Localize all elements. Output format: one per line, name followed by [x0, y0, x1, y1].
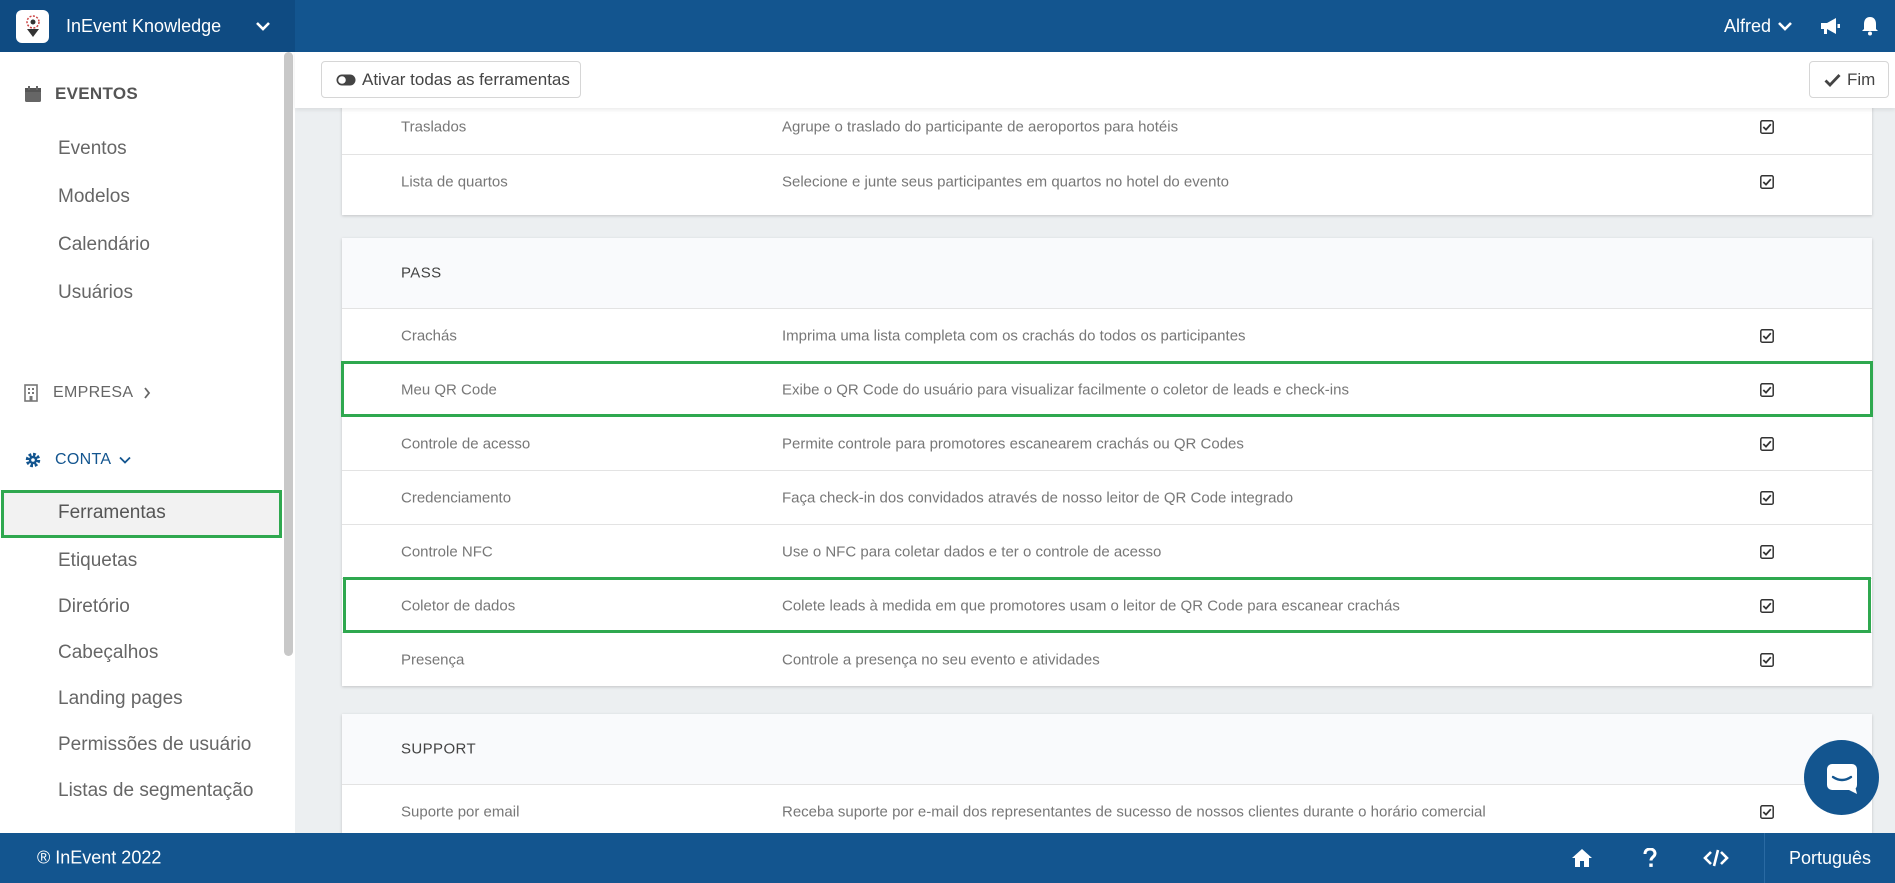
- table-row: Crachás Imprima uma lista completa com o…: [342, 308, 1872, 362]
- sidebar-section-eventos[interactable]: EVENTOS: [24, 84, 138, 104]
- activate-all-button[interactable]: Ativar todas as ferramentas: [321, 61, 581, 98]
- checkbox-checked-icon[interactable]: [1760, 804, 1774, 819]
- app-switcher[interactable]: InEvent Knowledge: [0, 0, 295, 52]
- sidebar-item-diretorio[interactable]: Diretório: [58, 596, 130, 618]
- table-row: Presença Controle a presença no seu even…: [342, 632, 1872, 686]
- megaphone-icon[interactable]: [1819, 16, 1841, 36]
- home-icon[interactable]: [1571, 848, 1593, 868]
- table-row: Coletor de dados Colete leads à medida e…: [342, 578, 1872, 632]
- tool-name: Suporte por email: [401, 803, 520, 820]
- checkbox-checked-icon[interactable]: [1760, 598, 1774, 613]
- tool-description: Imprima uma lista completa com os crachá…: [782, 327, 1246, 344]
- tool-name: Credenciamento: [401, 489, 512, 506]
- sidebar-item-ferramentas[interactable]: Ferramentas: [58, 502, 166, 524]
- help-icon[interactable]: [1643, 848, 1657, 868]
- table-row: Controle de acesso Permite controle para…: [342, 416, 1872, 470]
- tool-description: Receba suporte por e-mail dos representa…: [782, 803, 1486, 820]
- table-row: Lista de quartos Selecione e junte seus …: [342, 154, 1872, 208]
- code-icon[interactable]: [1703, 848, 1729, 868]
- section-header-support: SUPPORT: [342, 714, 1872, 784]
- checkbox-checked-icon[interactable]: [1760, 174, 1774, 189]
- tools-card-general: Traslados Agrupe o traslado do participa…: [342, 108, 1872, 215]
- tool-description: Agrupe o traslado do participante de aer…: [782, 118, 1179, 136]
- sidebar: [0, 52, 295, 833]
- sidebar-item-landing-pages[interactable]: Landing pages: [58, 688, 183, 710]
- tools-card-pass: PASS Crachás Imprima uma lista completa …: [341, 238, 1873, 686]
- section-header-pass: PASS: [342, 238, 1872, 308]
- tools-content: Traslados Agrupe o traslado do participa…: [295, 108, 1895, 833]
- tool-name: Meu QR Code: [401, 381, 497, 398]
- chat-launcher-button[interactable]: [1804, 740, 1879, 815]
- checkbox-checked-icon[interactable]: [1760, 652, 1774, 667]
- sidebar-item-listas-segmentacao[interactable]: Listas de segmentação: [58, 780, 253, 802]
- sidebar-item-usuarios[interactable]: Usuários: [58, 282, 133, 304]
- table-row: Meu QR Code Exibe o QR Code do usuário p…: [342, 362, 1872, 416]
- sidebar-scrollbar[interactable]: [284, 52, 293, 656]
- chevron-right-icon: [143, 387, 151, 399]
- checkbox-checked-icon[interactable]: [1760, 436, 1774, 451]
- sidebar-section-label: EVENTOS: [55, 84, 139, 103]
- sidebar-item-eventos[interactable]: Eventos: [58, 138, 127, 160]
- table-row: Suporte por email Receba suporte por e-m…: [342, 784, 1872, 833]
- tool-name: Lista de quartos: [401, 173, 508, 190]
- tool-description: Controle a presença no seu evento e ativ…: [782, 651, 1100, 668]
- chevron-down-icon[interactable]: [255, 20, 271, 32]
- sidebar-section-label: EMPRESA: [53, 384, 134, 401]
- bell-icon[interactable]: [1861, 16, 1879, 36]
- checkbox-checked-icon[interactable]: [1760, 328, 1774, 343]
- done-label: Fim: [1847, 69, 1876, 89]
- tool-description: Permite controle para promotores escanea…: [782, 435, 1244, 452]
- sidebar-section-conta[interactable]: CONTA: [24, 451, 131, 469]
- app-logo: [16, 9, 49, 43]
- checkbox-checked-icon[interactable]: [1760, 382, 1774, 397]
- activate-all-label: Ativar todas as ferramentas: [362, 69, 570, 89]
- chat-icon: [1825, 762, 1859, 794]
- sidebar-item-cabecalhos[interactable]: Cabeçalhos: [58, 642, 158, 664]
- chevron-down-icon[interactable]: [1777, 20, 1793, 32]
- table-row: Controle NFC Use o NFC para coletar dado…: [342, 524, 1872, 578]
- checkbox-checked-icon[interactable]: [1760, 120, 1774, 134]
- sidebar-item-calendario[interactable]: Calendário: [58, 234, 150, 256]
- tool-description: Faça check-in dos convidados através de …: [782, 489, 1294, 506]
- toggle-icon: [336, 74, 356, 86]
- tool-name: Coletor de dados: [401, 597, 516, 614]
- top-right-controls: Alfred: [1724, 0, 1895, 52]
- tool-name: Controle NFC: [401, 543, 493, 560]
- sidebar-section-empresa[interactable]: EMPRESA: [24, 384, 151, 402]
- language-selector[interactable]: Português: [1764, 833, 1895, 883]
- sidebar-item-etiquetas[interactable]: Etiquetas: [58, 550, 137, 572]
- tool-name: Presença: [401, 651, 465, 668]
- section-title: SUPPORT: [401, 740, 477, 758]
- tools-toolbar: Ativar todas as ferramentas Fim: [295, 52, 1895, 108]
- calendar-icon: [24, 85, 42, 103]
- tool-name: Traslados: [401, 118, 467, 136]
- user-menu[interactable]: Alfred: [1724, 16, 1771, 37]
- chevron-down-icon: [119, 456, 131, 464]
- done-button[interactable]: Fim: [1809, 61, 1889, 98]
- tool-description: Exibe o QR Code do usuário para visualiz…: [782, 381, 1349, 398]
- building-icon: [24, 384, 38, 402]
- check-icon: [1824, 73, 1841, 87]
- section-title: PASS: [401, 264, 442, 282]
- sidebar-item-permissoes[interactable]: Permissões de usuário: [58, 734, 251, 756]
- checkbox-checked-icon[interactable]: [1760, 544, 1774, 559]
- gear-icon: [24, 451, 42, 469]
- table-row: Traslados Agrupe o traslado do participa…: [342, 108, 1872, 154]
- tool-description: Colete leads à medida em que promotores …: [782, 597, 1400, 614]
- sidebar-section-label: CONTA: [55, 451, 112, 468]
- footer: ® InEvent 2022 Português: [0, 833, 1895, 883]
- copyright-text: ® InEvent 2022: [37, 847, 162, 868]
- checkbox-checked-icon[interactable]: [1760, 490, 1774, 505]
- sidebar-item-modelos[interactable]: Modelos: [58, 186, 130, 208]
- tools-card-support: SUPPORT Suporte por email Receba suporte…: [342, 714, 1872, 833]
- table-row: Credenciamento Faça check-in dos convida…: [342, 470, 1872, 524]
- app-title: InEvent Knowledge: [66, 15, 222, 36]
- tool-description: Selecione e junte seus participantes em …: [782, 173, 1229, 190]
- tool-description: Use o NFC para coletar dados e ter o con…: [782, 543, 1162, 560]
- tool-name: Crachás: [401, 327, 457, 344]
- tool-name: Controle de acesso: [401, 435, 531, 452]
